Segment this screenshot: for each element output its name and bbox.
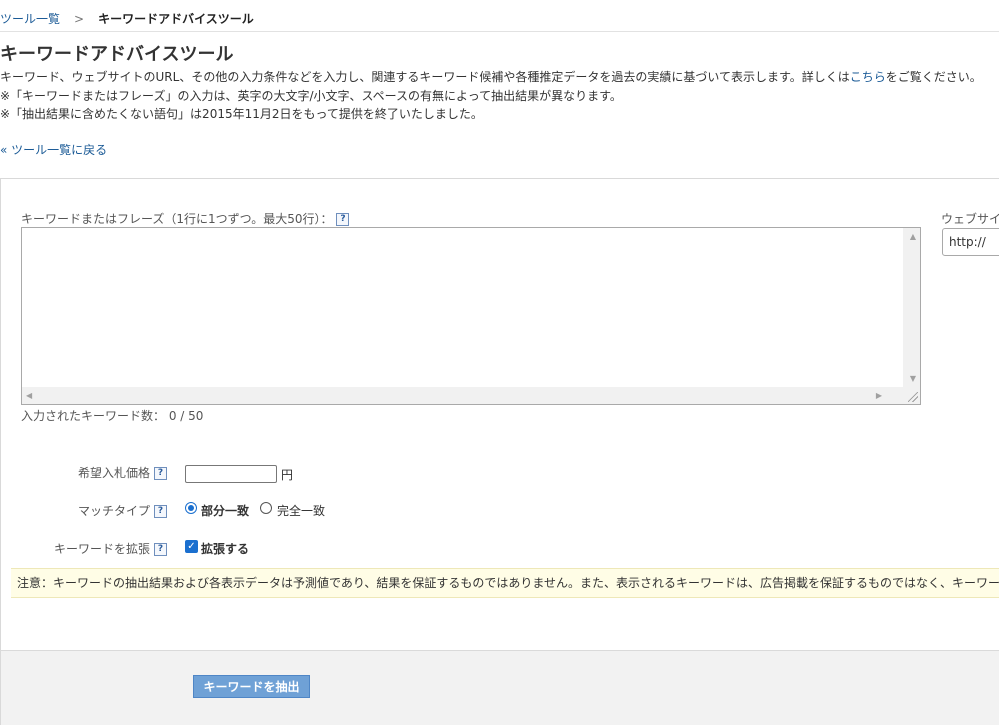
bid-price-label: 希望入札価格? <box>78 464 167 481</box>
description-line-1: キーワード、ウェブサイトのURL、その他の入力条件などを入力し、関連するキーワー… <box>0 68 982 85</box>
expand-checkbox[interactable]: ✓ <box>185 540 198 553</box>
breadcrumb-tools-link[interactable]: ツール一覧 <box>0 12 60 26</box>
page-title: キーワードアドバイスツール <box>0 44 234 65</box>
extract-keywords-button[interactable]: キーワードを抽出 <box>193 675 310 698</box>
expand-keyword-label: キーワードを拡張? <box>54 540 167 557</box>
bid-price-input[interactable] <box>185 465 277 483</box>
keyword-textarea[interactable]: ▲ ▼ ◀ ▶ <box>21 227 921 405</box>
form-footer-bar <box>0 650 999 725</box>
breadcrumb: ツール一覧 > キーワードアドバイスツール <box>0 10 254 27</box>
breadcrumb-separator: > <box>74 12 85 26</box>
keyword-help-icon[interactable]: ? <box>336 213 350 226</box>
scroll-down-icon[interactable]: ▼ <box>910 375 916 383</box>
scroll-left-icon[interactable]: ◀ <box>26 392 32 400</box>
notice-banner: 注意：キーワードの抽出結果および各表示データは予測値であり、結果を保証するもので… <box>11 568 999 598</box>
resize-grip-icon[interactable] <box>908 392 918 402</box>
keyword-label: キーワードまたはフレーズ（1行に1つずつ。最大50行）：? <box>21 210 350 227</box>
match-partial-radio[interactable] <box>185 502 197 514</box>
back-to-tools-link[interactable]: « ツール一覧に戻る <box>0 141 107 158</box>
keyword-label-text: キーワードまたはフレーズ（1行に1つずつ。最大50行）： <box>21 212 333 226</box>
header-divider <box>0 31 999 32</box>
description-line-3: ※「抽出結果に含めたくない語句」は2015年11月2日をもって提供を終了いたしま… <box>0 107 483 121</box>
textarea-resize-corner[interactable] <box>903 387 920 404</box>
match-exact-label[interactable]: 完全一致 <box>277 502 325 519</box>
website-label: ウェブサイト <box>941 212 999 226</box>
bid-help-icon[interactable]: ? <box>154 467 167 480</box>
description-text-end: をご覧ください。 <box>885 70 982 84</box>
keyword-count-label: 入力されたキーワード数： <box>21 409 166 423</box>
scroll-right-icon[interactable]: ▶ <box>876 392 882 400</box>
description-text: キーワード、ウェブサイトのURL、その他の入力条件などを入力し、関連するキーワー… <box>0 70 850 84</box>
breadcrumb-current: キーワードアドバイスツール <box>98 12 254 26</box>
textarea-vertical-scrollbar[interactable]: ▲ ▼ <box>903 228 920 388</box>
scroll-up-icon[interactable]: ▲ <box>910 233 916 241</box>
bid-price-label-text: 希望入札価格 <box>77 466 150 480</box>
bid-unit: 円 <box>281 468 294 482</box>
match-exact-radio[interactable] <box>260 502 272 514</box>
keyword-count: 入力されたキーワード数： 0 / 50 <box>21 407 203 424</box>
match-partial-label[interactable]: 部分一致 <box>201 502 249 519</box>
match-type-label-text: マッチタイプ <box>77 504 150 518</box>
website-url-input[interactable] <box>942 228 999 256</box>
expand-help-icon[interactable]: ? <box>154 543 167 556</box>
expand-keyword-label-text: キーワードを拡張 <box>53 542 150 556</box>
details-link[interactable]: こちら <box>850 70 886 84</box>
match-help-icon[interactable]: ? <box>154 505 167 518</box>
keyword-count-value: 0 / 50 <box>168 409 204 423</box>
description-line-2: ※「キーワードまたはフレーズ」の入力は、英字の大文字/小文字、スペースの有無によ… <box>0 89 622 103</box>
match-type-label: マッチタイプ? <box>78 502 167 519</box>
textarea-horizontal-scrollbar[interactable]: ◀ ▶ <box>22 387 904 404</box>
expand-option-label[interactable]: 拡張する <box>201 540 249 557</box>
